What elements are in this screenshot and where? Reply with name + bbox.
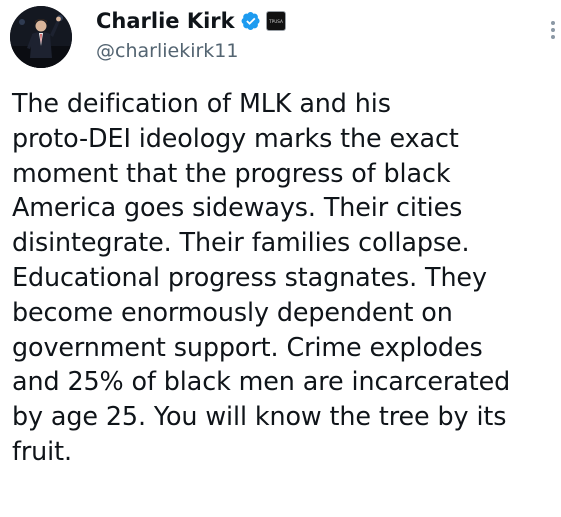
avatar[interactable] [10,6,72,68]
avatar-photo-icon [10,6,72,68]
verified-badge-icon [241,11,261,31]
tweet-header: Charlie Kirk TPUSA @charliekirk11 [96,6,531,62]
name-row: Charlie Kirk TPUSA [96,6,531,36]
more-options-icon[interactable] [549,18,557,48]
affiliate-label: TPUSA [268,19,283,24]
tweet-text: The deification of MLK and his proto-DEI… [12,88,511,466]
user-handle[interactable]: @charliekirk11 [96,40,531,62]
tweet-card: Charlie Kirk TPUSA @charliekirk11 The de… [0,0,561,517]
display-name[interactable]: Charlie Kirk [96,9,235,33]
organization-affiliate-icon[interactable]: TPUSA [265,11,286,31]
